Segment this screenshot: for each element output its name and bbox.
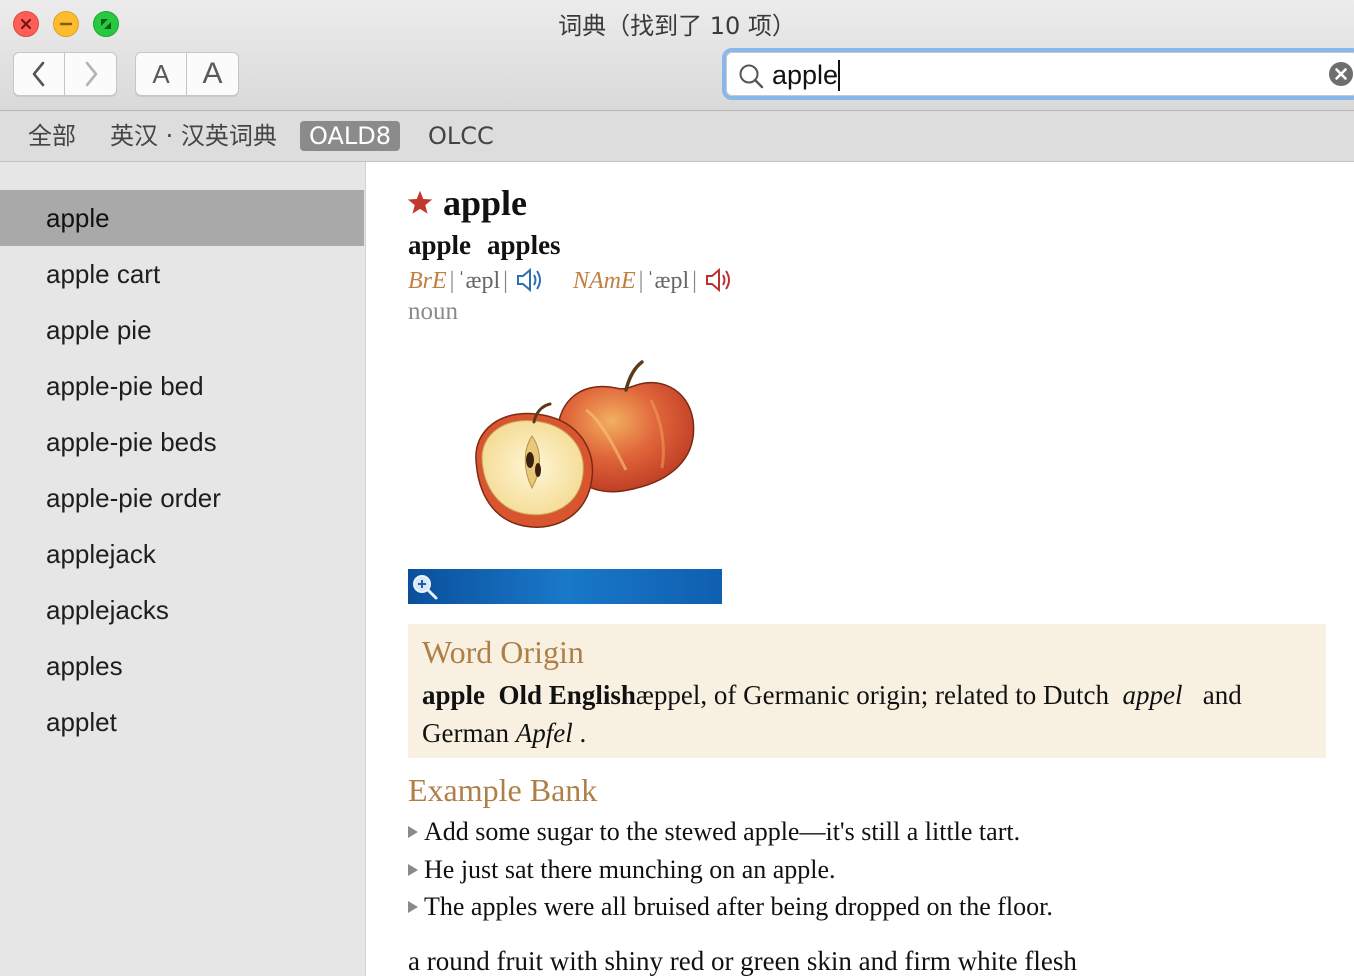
pron-name-ipa: ˈæpl xyxy=(646,268,690,294)
result-item[interactable]: apple cart xyxy=(0,246,364,302)
result-item[interactable]: apple pie xyxy=(0,302,364,358)
word-origin-text: apple Old Englishæppel, of Germanic orig… xyxy=(422,676,1312,752)
entry-content: apple apple apples BrE | ˈæpl | NAmE | ˈæpl | n… xyxy=(366,162,1354,976)
star-icon xyxy=(407,190,433,214)
example-sentence[interactable]: Add some sugar to the stewed apple—it's … xyxy=(408,817,1020,847)
clear-search-icon[interactable] xyxy=(1328,61,1354,87)
scope-olcc[interactable]: OLCC xyxy=(428,121,494,151)
origin-end: . xyxy=(579,718,587,748)
example-bank-title: Example Bank xyxy=(408,772,598,808)
search-input[interactable] xyxy=(772,58,1272,92)
increase-font-button[interactable]: A xyxy=(187,52,239,96)
origin-dutch-word: appel xyxy=(1122,680,1183,710)
pron-bre-ipa: ˈæpl xyxy=(457,268,501,294)
example-text: Add some sugar to the stewed apple—it's … xyxy=(424,817,1021,846)
forward-button[interactable] xyxy=(65,52,117,96)
result-item[interactable]: applejack xyxy=(0,526,364,582)
pron-bre-label: BrE xyxy=(408,268,447,294)
result-item[interactable]: applejacks xyxy=(0,582,364,638)
decrease-font-label: A xyxy=(152,58,170,89)
headword: apple xyxy=(443,183,528,223)
word-origin-box: Word Origin apple Old Englishæppel, of G… xyxy=(408,624,1326,758)
origin-german-prefix: German xyxy=(422,718,509,748)
expand-triangle-icon[interactable] xyxy=(408,826,418,838)
increase-font-label: A xyxy=(202,57,223,90)
result-item[interactable]: apples xyxy=(0,638,364,694)
word-origin-title: Word Origin xyxy=(422,634,584,670)
result-item[interactable]: apple xyxy=(0,190,364,246)
example-text: The apples were all bruised after being … xyxy=(424,892,1053,921)
scope-en-zh-dictionary[interactable]: 英汉 · 汉英词典 xyxy=(110,121,277,151)
scope-all[interactable]: 全部 xyxy=(28,121,76,151)
origin-german-word: Apfel xyxy=(515,718,573,748)
dictionary-scope-bar: 全部 英汉 · 汉英词典 OALD8 OLCC xyxy=(0,111,1354,162)
results-sidebar: apple apple cart apple pie apple-pie bed… xyxy=(0,162,366,976)
part-of-speech: noun xyxy=(408,298,458,325)
search-icon xyxy=(739,64,764,89)
pronunciation-row: BrE | ˈæpl | NAmE | ˈæpl | xyxy=(408,266,734,298)
result-item[interactable]: applet xyxy=(0,694,364,750)
expand-triangle-icon[interactable] xyxy=(408,901,418,913)
chevron-right-icon xyxy=(85,61,97,87)
speaker-bre-icon[interactable] xyxy=(515,266,545,294)
text-caret xyxy=(838,60,840,91)
definition: a round fruit with shiny red or green sk… xyxy=(408,946,1077,976)
pron-name-label: NAmE xyxy=(572,268,636,294)
word-form: apples xyxy=(487,230,561,260)
result-item[interactable]: apple-pie order xyxy=(0,470,364,526)
chevron-left-icon xyxy=(32,61,45,87)
speaker-name-icon[interactable] xyxy=(704,266,734,294)
result-item[interactable]: apple-pie beds xyxy=(0,414,364,470)
expand-triangle-icon[interactable] xyxy=(408,864,418,876)
image-zoom-bar[interactable] xyxy=(408,569,722,604)
window-title: 词典（找到了 10 项） xyxy=(558,12,796,40)
example-text: He just sat there munching on an apple. xyxy=(424,855,836,884)
toolbar: 词典（找到了 10 项） A A xyxy=(0,0,1354,111)
origin-and: and xyxy=(1202,680,1242,710)
word-forms: apple apples xyxy=(408,230,577,261)
origin-description: æppel, of Germanic origin; related to Du… xyxy=(635,680,1109,710)
example-sentence[interactable]: He just sat there munching on an apple. xyxy=(408,855,836,885)
decrease-font-button[interactable]: A xyxy=(135,52,187,96)
word-form: apple xyxy=(408,230,472,260)
apple-illustration[interactable] xyxy=(466,350,702,545)
origin-word: apple xyxy=(422,680,486,710)
search-field[interactable] xyxy=(722,48,1354,100)
example-sentence[interactable]: The apples were all bruised after being … xyxy=(408,892,1053,922)
origin-language: Old English xyxy=(498,680,636,710)
result-item[interactable]: apple-pie bed xyxy=(0,358,364,414)
back-button[interactable] xyxy=(13,52,65,96)
zoom-in-icon[interactable] xyxy=(411,573,439,601)
scope-oald8[interactable]: OALD8 xyxy=(300,121,401,151)
